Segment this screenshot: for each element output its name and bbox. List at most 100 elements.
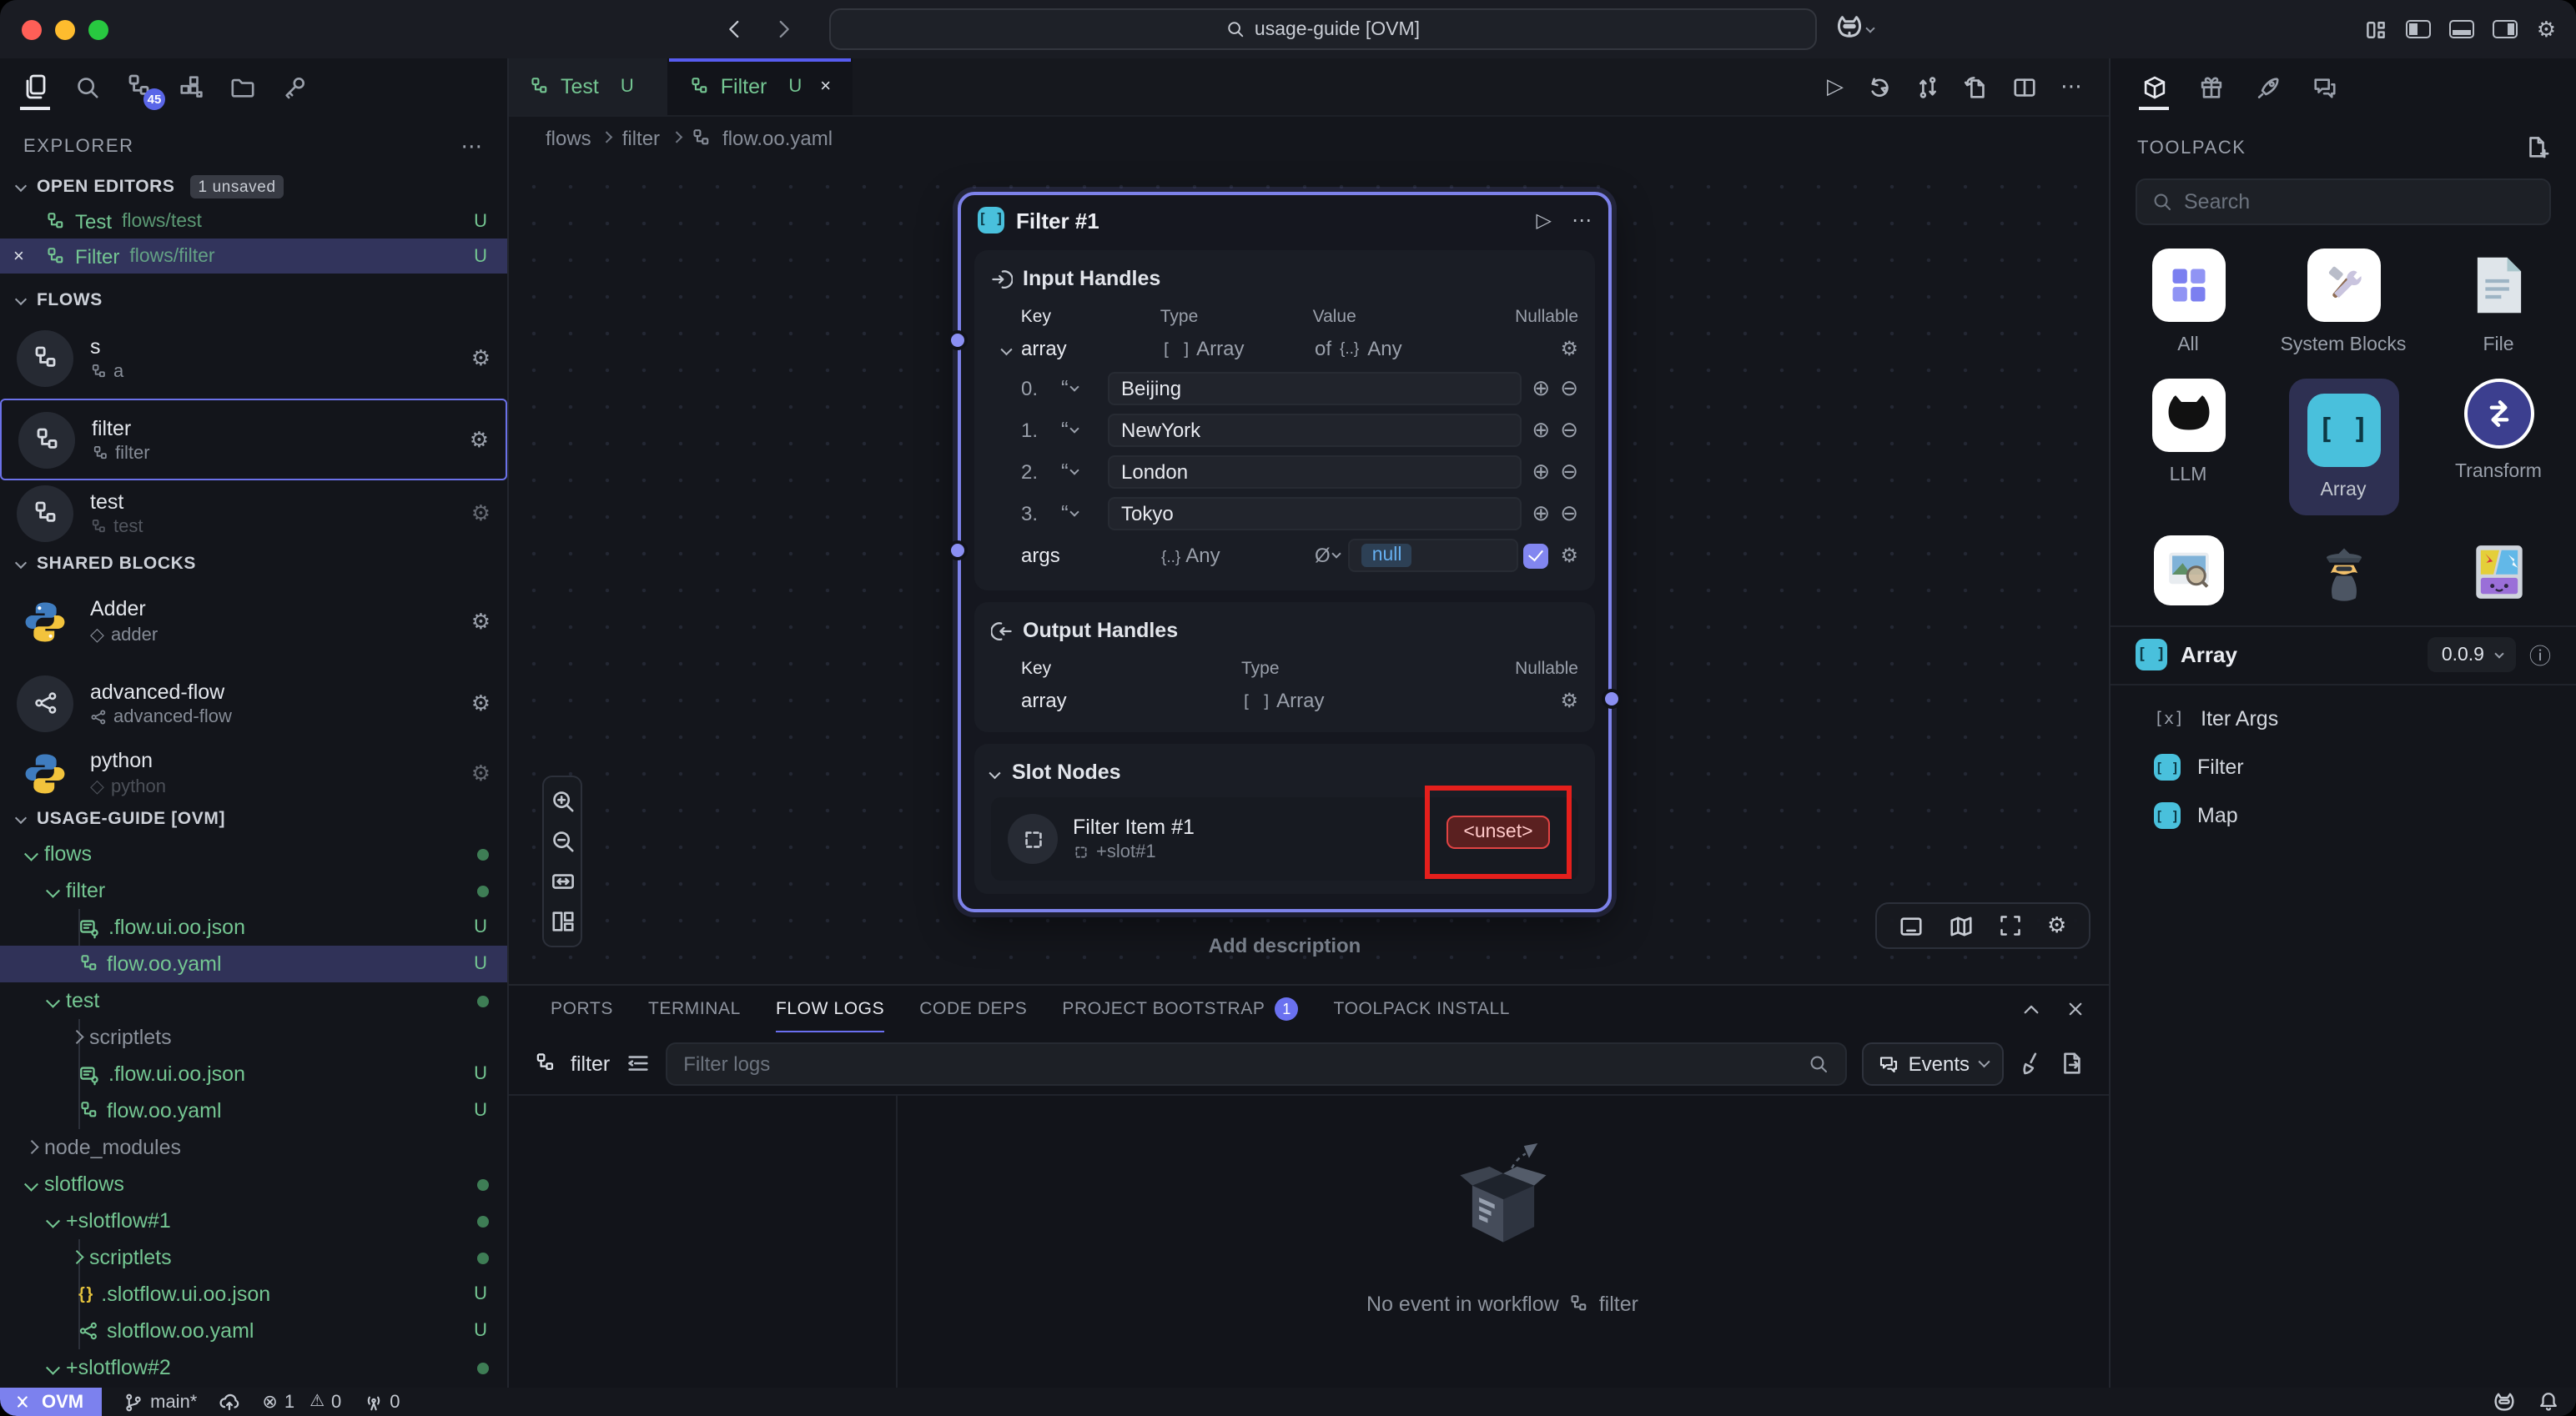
close-tab-icon[interactable]: × — [820, 77, 831, 97]
extensions-activity-icon[interactable] — [174, 67, 207, 107]
customize-layout-icon[interactable] — [2365, 18, 2388, 41]
new-toolpack-icon[interactable] — [2524, 135, 2549, 160]
add-description-button[interactable]: Add description — [958, 934, 1612, 957]
toolpack-tile-scraper[interactable] — [2272, 535, 2415, 609]
tree-folder-filter[interactable]: filter — [0, 872, 507, 909]
open-editor-filter[interactable]: × Filter flows/filter U — [0, 239, 507, 274]
string-type-icon[interactable]: “ — [1061, 417, 1098, 442]
export-file-icon[interactable] — [1964, 74, 1989, 99]
tab-code-deps[interactable]: CODE DEPS — [919, 986, 1027, 1032]
tab-test[interactable]: Test U — [509, 58, 669, 115]
workspace-header[interactable]: USAGE-GUIDE [OVM] — [0, 802, 507, 836]
flows-section-header[interactable]: FLOWS — [0, 284, 507, 317]
close-window-button[interactable] — [22, 19, 42, 39]
zoom-out-icon[interactable] — [550, 829, 575, 854]
version-dropdown[interactable]: 0.0.9 — [2428, 638, 2516, 673]
folder-activity-icon[interactable] — [225, 67, 259, 107]
tab-filter[interactable]: Filter U × — [669, 58, 853, 115]
toolpack-tile-transform[interactable]: Transform — [2427, 379, 2570, 515]
deploy-tab-icon[interactable] — [2251, 67, 2284, 107]
shared-block-advanced-flow[interactable]: advanced-flow advanced-flow ⚙ — [0, 662, 507, 744]
toolpack-tile-llm[interactable]: LLM — [2116, 379, 2260, 515]
editor-more-icon[interactable]: ⋯ — [2060, 73, 2082, 100]
toolpack-tile-all[interactable]: All — [2116, 249, 2260, 359]
flow-settings-icon[interactable]: ⚙ — [470, 426, 489, 453]
compare-icon[interactable] — [1915, 74, 1940, 99]
handle-settings-icon[interactable]: ⚙ — [1560, 337, 1578, 360]
array-item-input[interactable]: Beijing — [1108, 371, 1522, 404]
zoom-in-icon[interactable] — [550, 789, 575, 814]
string-type-icon[interactable]: “ — [1061, 375, 1098, 400]
maximize-panel-icon[interactable] — [2020, 998, 2042, 1020]
ports-indicator[interactable]: 0 — [363, 1392, 400, 1412]
flow-canvas[interactable]: [ ] Filter #1 ▷ ⋯ Input Handles Key Type… — [509, 158, 2109, 984]
output-handle-array-port[interactable] — [1602, 689, 1622, 709]
array-item-input[interactable]: Tokyo — [1108, 496, 1522, 530]
tree-folder-slotflow1[interactable]: +slotflow#1 — [0, 1203, 507, 1239]
toolpack-search-input[interactable]: Search — [2136, 178, 2551, 225]
tab-flow-logs[interactable]: FLOW LOGS — [776, 986, 884, 1032]
run-node-icon[interactable]: ▷ — [1537, 208, 1552, 232]
add-item-icon[interactable]: ⊕ — [1532, 500, 1550, 526]
handle-settings-icon[interactable]: ⚙ — [1560, 689, 1578, 712]
args-value-input[interactable]: null — [1349, 539, 1518, 572]
canvas-settings-icon[interactable]: ⚙ — [2047, 912, 2066, 939]
array-item-input[interactable]: NewYork — [1108, 413, 1522, 446]
slot-node-row[interactable]: Filter Item #1 +slot#1 <unset> — [991, 797, 1578, 881]
block-item-map[interactable]: [ ] Map — [2111, 792, 2576, 841]
export-logs-icon[interactable] — [2059, 1051, 2084, 1076]
explorer-activity-icon[interactable] — [18, 67, 52, 107]
tab-ports[interactable]: PORTS — [551, 986, 613, 1032]
shared-block-python[interactable]: python ◇python ⚙ — [0, 744, 507, 802]
fit-view-icon[interactable] — [550, 869, 575, 894]
chat-tab-icon[interactable] — [2307, 67, 2341, 107]
back-icon[interactable] — [724, 18, 746, 40]
tree-folder-slotflows[interactable]: slotflows — [0, 1166, 507, 1203]
null-type-icon[interactable]: Ø — [1315, 544, 1341, 567]
shared-block-adder[interactable]: Adder ◇adder ⚙ — [0, 580, 507, 662]
open-editors-header[interactable]: OPEN EDITORS 1 unsaved — [0, 170, 507, 203]
shared-blocks-header[interactable]: SHARED BLOCKS — [0, 547, 507, 580]
filter-node[interactable]: [ ] Filter #1 ▷ ⋯ Input Handles Key Type… — [958, 192, 1612, 912]
input-row-array[interactable]: array [ ]Array of{..}Any ⚙ — [991, 330, 1578, 367]
output-row-array[interactable]: array [ ]Array ⚙ — [991, 682, 1578, 719]
remove-item-icon[interactable]: ⊖ — [1560, 500, 1578, 526]
maximize-window-button[interactable] — [88, 19, 108, 39]
toolpack-tile-file[interactable]: File — [2427, 249, 2570, 359]
errors-indicator[interactable]: ⊗1 ⚠0 — [262, 1391, 341, 1413]
toggle-left-sidebar-icon[interactable] — [2407, 20, 2432, 38]
log-outline-icon[interactable] — [625, 1051, 650, 1076]
block-settings-icon[interactable]: ⚙ — [471, 760, 491, 786]
breadcrumb[interactable]: flows filter flow.oo.yaml — [509, 117, 2109, 158]
forward-icon[interactable] — [772, 18, 794, 40]
flow-item-filter[interactable]: filter filter ⚙ — [0, 399, 507, 480]
git-branch-indicator[interactable]: main* — [123, 1392, 197, 1412]
close-panel-icon[interactable] — [2065, 998, 2085, 1020]
add-item-icon[interactable]: ⊕ — [1532, 374, 1550, 401]
filter-logs-input[interactable]: Filter logs — [665, 1042, 1846, 1085]
mascot-status-icon[interactable] — [2493, 1390, 2516, 1413]
rerun-icon[interactable] — [1867, 74, 1892, 99]
toggle-right-sidebar-icon[interactable] — [2493, 20, 2518, 38]
toggle-bottom-panel-icon[interactable] — [2450, 20, 2475, 38]
tab-toolpack-install[interactable]: TOOLPACK INSTALL — [1334, 986, 1511, 1032]
clear-logs-icon[interactable] — [2019, 1051, 2044, 1076]
remote-indicator[interactable]: OVM — [0, 1388, 102, 1416]
toolpack-tile-comic[interactable] — [2427, 535, 2570, 609]
explorer-more-icon[interactable]: ⋯ — [460, 133, 484, 160]
string-type-icon[interactable]: “ — [1061, 459, 1098, 484]
open-editor-test[interactable]: Test flows/test U — [0, 203, 507, 239]
minimize-window-button[interactable] — [55, 19, 75, 39]
add-item-icon[interactable]: ⊕ — [1532, 416, 1550, 443]
input-handle-array-port[interactable] — [948, 330, 968, 350]
tab-terminal[interactable]: TERMINAL — [648, 986, 741, 1032]
tree-folder-slotflow2[interactable]: +slotflow#2 — [0, 1349, 507, 1386]
input-handle-args-port[interactable] — [948, 540, 968, 560]
settings-gear-icon[interactable]: ⚙ — [2537, 16, 2556, 43]
toolpack-tab-icon[interactable] — [2137, 67, 2171, 107]
events-dropdown[interactable]: Events — [1862, 1042, 2004, 1085]
minimap-icon[interactable] — [1949, 913, 1974, 938]
block-item-iter-args[interactable]: [x] Iter Args — [2111, 695, 2576, 744]
handle-settings-icon[interactable]: ⚙ — [1560, 544, 1578, 567]
close-icon[interactable]: × — [13, 246, 35, 266]
